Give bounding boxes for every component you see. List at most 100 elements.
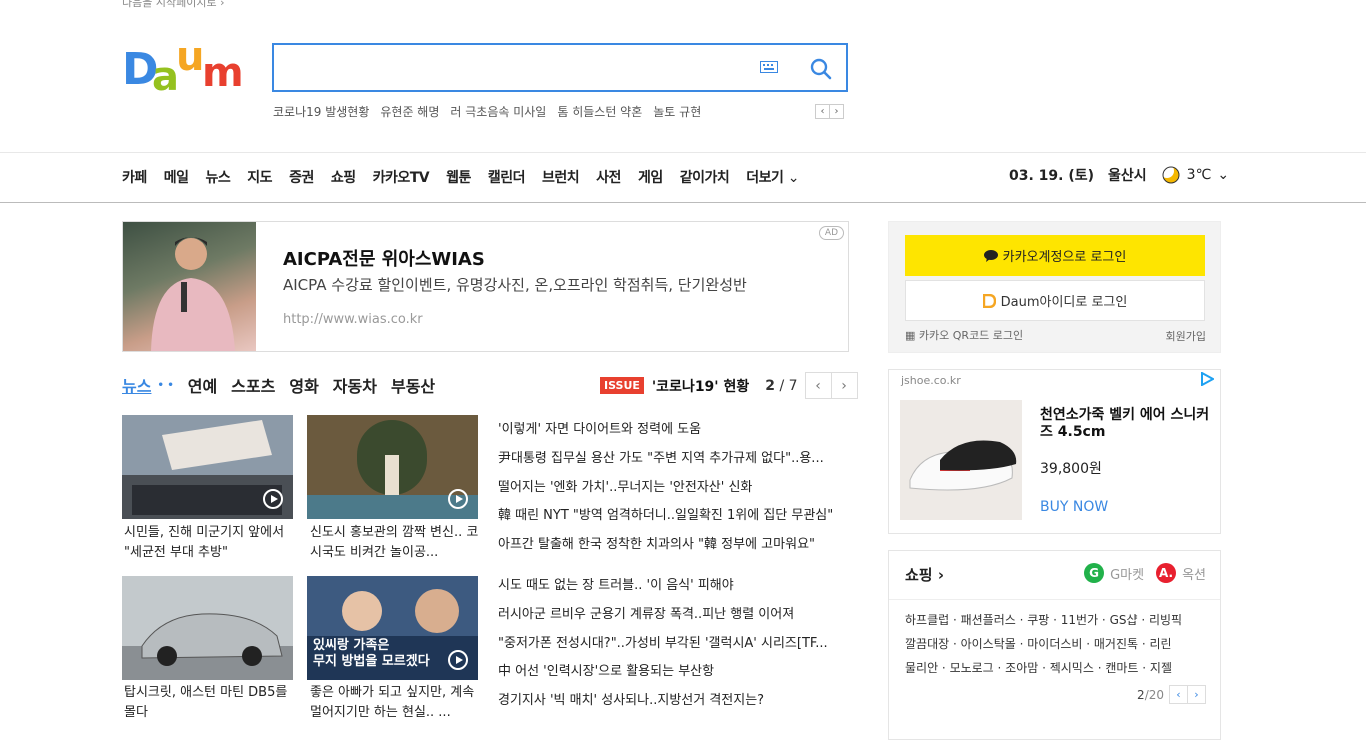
shopping-link-row[interactable]: 하프클럽 · 패션플러스 · 쿠팡 · 11번가 · GS샵 · 리빙픽 bbox=[905, 608, 1205, 632]
headline-item[interactable]: 아프간 탈출해 한국 정착한 치과의사 "韓 정부에 고마워요" bbox=[498, 535, 833, 564]
nav-mail[interactable]: 메일 bbox=[164, 167, 189, 187]
headline-item[interactable]: 러시아군 르비우 군용기 계류장 폭격..피난 행렬 이어져 bbox=[498, 605, 833, 634]
thumbnail-overlay-text: 있씨랑 가족은 무지 방법을 모르겠다 bbox=[313, 638, 430, 669]
news-photo bbox=[122, 576, 293, 680]
search-input[interactable] bbox=[284, 53, 748, 85]
gmarket-label: G마켓 bbox=[1110, 567, 1145, 583]
ad-choices-icon[interactable] bbox=[1200, 372, 1214, 386]
buy-now-link[interactable]: BUY NOW bbox=[1040, 499, 1108, 515]
shopping-pager: 2/20 ‹ › bbox=[1137, 685, 1206, 704]
ad-description[interactable]: AICPA 수강료 할인이벤트, 유명강사진, 온,오프라인 학점취득, 단기완… bbox=[283, 274, 747, 295]
issue-page-indicator: 2 / 7 bbox=[765, 378, 797, 394]
news-thumbnail[interactable] bbox=[307, 415, 478, 519]
ad-domain: jshoe.co.kr bbox=[901, 374, 961, 387]
trending-keyword[interactable]: 놀토 규현 bbox=[653, 103, 701, 120]
play-icon bbox=[263, 489, 283, 509]
news-caption[interactable]: 시민들, 진해 미군기지 앞에서 "세균전 부대 추방" bbox=[124, 523, 296, 563]
trending-keywords: 코로나19 발생현황 유현준 해명 러 극초음속 미사일 톰 히들스턴 약혼 놀… bbox=[273, 103, 701, 120]
news-thumbnail[interactable]: 있씨랑 가족은 무지 방법을 모르겠다 bbox=[307, 576, 478, 680]
chevron-left-icon[interactable]: ‹ bbox=[1169, 685, 1188, 704]
daum-login-button[interactable]: Daum아이디로 로그인 bbox=[905, 280, 1205, 321]
chevron-right-icon[interactable]: › bbox=[830, 372, 858, 399]
headline-item[interactable]: '이렇게' 자면 다이어트와 정력에 도움 bbox=[498, 420, 833, 449]
chevron-left-icon[interactable]: ‹ bbox=[815, 104, 830, 119]
news-thumbnail[interactable] bbox=[122, 576, 293, 680]
tab-indicator-dots: • • bbox=[157, 379, 174, 391]
nav-dictionary[interactable]: 사전 bbox=[596, 167, 621, 187]
kakao-login-button[interactable]: 카카오계정으로 로그인 bbox=[905, 235, 1205, 276]
qr-login-link[interactable]: ▦ 카카오 QR코드 로그인 bbox=[905, 327, 1023, 343]
chevron-down-icon: ⌄ bbox=[1217, 167, 1230, 183]
shopping-title[interactable]: 쇼핑 › bbox=[905, 564, 944, 585]
headline-list: '이렇게' 자면 다이어트와 정력에 도움 尹대통령 집무실 용산 가도 "주변… bbox=[498, 420, 833, 720]
nav-game[interactable]: 게임 bbox=[638, 167, 663, 187]
nav-kakaotv[interactable]: 카카오TV bbox=[373, 167, 430, 187]
news-caption[interactable]: 탑시크릿, 애스턴 마틴 DB5를 몰다 bbox=[124, 683, 296, 723]
daum-logo[interactable]: D a u m bbox=[122, 40, 252, 96]
nav-more[interactable]: 더보기 ⌄ bbox=[746, 167, 799, 187]
side-ad[interactable]: jshoe.co.kr 천연소가죽 벨키 에어 스니커즈 4.5cm 39,80… bbox=[888, 369, 1221, 534]
headline-item[interactable]: 떨어지는 '엔화 가치'..무너지는 '안전자산' 신화 bbox=[498, 478, 833, 507]
news-thumbnail[interactable] bbox=[122, 415, 293, 519]
ad-product-title[interactable]: 천연소가죽 벨키 에어 스니커즈 4.5cm bbox=[1040, 407, 1215, 441]
trending-keyword[interactable]: 코로나19 발생현황 bbox=[273, 103, 369, 120]
tab-movie[interactable]: 영화 bbox=[289, 373, 318, 397]
tab-realestate[interactable]: 부동산 bbox=[391, 373, 435, 397]
trending-keyword[interactable]: 유현준 해명 bbox=[380, 103, 439, 120]
nav-webtoon[interactable]: 웹툰 bbox=[446, 167, 471, 187]
login-panel: 카카오계정으로 로그인 Daum아이디로 로그인 ▦ 카카오 QR코드 로그인 … bbox=[888, 221, 1221, 353]
nav-brunch[interactable]: 브런치 bbox=[542, 167, 580, 187]
set-start-page-link[interactable]: 다음을 시작페이지로 › bbox=[122, 0, 224, 10]
issue-page-current: 2 bbox=[765, 377, 775, 394]
tab-car[interactable]: 자동차 bbox=[333, 373, 377, 397]
tab-entertainment[interactable]: 연예 bbox=[188, 373, 217, 397]
trending-keyword[interactable]: 러 극초음속 미사일 bbox=[450, 103, 546, 120]
headline-item[interactable]: 韓 때린 NYT "방역 엄격하더니..일일확진 1위에 집단 무관심" bbox=[498, 506, 833, 535]
keyboard-icon[interactable] bbox=[760, 61, 778, 73]
ad-title[interactable]: AICPA전문 위아스WIAS bbox=[283, 245, 485, 271]
headline-item[interactable]: "중저가폰 전성시대?"..가성비 부각된 '갤럭시A' 시리즈[TF... bbox=[498, 634, 833, 663]
gmarket-link[interactable]: G G마켓 bbox=[1084, 563, 1144, 583]
headline-item[interactable]: 中 어선 '인력시장'으로 활용되는 부산항 bbox=[498, 662, 833, 691]
nav-more-label: 더보기 bbox=[746, 170, 784, 186]
tab-news[interactable]: 뉴스 bbox=[122, 373, 151, 397]
auction-link[interactable]: A. 옥션 bbox=[1156, 563, 1206, 583]
search-icon[interactable] bbox=[810, 58, 832, 80]
ad-product-price: 39,800원 bbox=[1040, 461, 1102, 477]
date-weather: 03. 19. (토) 울산시 3℃ ⌄ bbox=[1009, 165, 1229, 185]
issue-title[interactable]: '코로나19' 현황 bbox=[652, 376, 749, 396]
daum-d-icon bbox=[982, 293, 996, 308]
tab-sports[interactable]: 스포츠 bbox=[231, 373, 275, 397]
nav-stock[interactable]: 증권 bbox=[289, 167, 314, 187]
nav-calendar[interactable]: 캘린더 bbox=[488, 167, 526, 187]
divider bbox=[0, 202, 1366, 203]
headline-item[interactable]: 尹대통령 집무실 용산 가도 "주변 지역 추가규제 없다"..용... bbox=[498, 449, 833, 478]
svg-text:u: u bbox=[176, 40, 204, 80]
nav-news[interactable]: 뉴스 bbox=[206, 167, 231, 187]
chevron-right-icon[interactable]: › bbox=[829, 104, 844, 119]
nav-together[interactable]: 같이가치 bbox=[680, 167, 730, 187]
issue-page-total: / 7 bbox=[779, 377, 798, 394]
nav-cafe[interactable]: 카페 bbox=[122, 167, 147, 187]
nav-shopping[interactable]: 쇼핑 bbox=[331, 167, 356, 187]
location-label[interactable]: 울산시 bbox=[1108, 165, 1147, 185]
headline-item[interactable]: 경기지사 '빅 매치' 성사되나..지방선거 격전지는? bbox=[498, 691, 833, 720]
nav-map[interactable]: 지도 bbox=[247, 167, 272, 187]
headline-item[interactable]: 시도 때도 없는 장 트러블.. '이 음식' 피해야 bbox=[498, 576, 833, 605]
chevron-right-icon[interactable]: › bbox=[1187, 685, 1206, 704]
weather-widget[interactable]: 3℃ ⌄ bbox=[1160, 165, 1230, 185]
banner-ad[interactable]: AICPA전문 위아스WIAS AICPA 수강료 할인이벤트, 유명강사진, … bbox=[122, 221, 849, 352]
news-caption[interactable]: 좋은 아빠가 되고 싶지만, 계속 멀어지기만 하는 현실.. ... bbox=[310, 683, 482, 723]
news-caption[interactable]: 신도시 홍보관의 깜짝 변신.. 코시국도 비켜간 놀이공... bbox=[310, 523, 482, 563]
trending-keyword[interactable]: 톰 히들스턴 약혼 bbox=[557, 103, 642, 120]
signup-link[interactable]: 회원가입 bbox=[1166, 328, 1206, 344]
shopping-panel: 쇼핑 › G G마켓 A. 옥션 하프클럽 · 패션플러스 · 쿠팡 · 11번… bbox=[888, 550, 1221, 740]
shopping-link-row[interactable]: 깔끔대장 · 아이스탁몰 · 마이더스비 · 매거진톡 · 리린 bbox=[905, 632, 1205, 656]
presenter-illustration bbox=[151, 237, 235, 351]
chevron-left-icon[interactable]: ‹ bbox=[804, 372, 832, 399]
shopping-link-row[interactable]: 물리안 · 모노로그 · 조아맘 · 젝시믹스 · 캔마트 · 지젤 bbox=[905, 656, 1205, 680]
ad-url[interactable]: http://www.wias.co.kr bbox=[283, 312, 423, 327]
trending-pager: ‹ › bbox=[815, 104, 844, 119]
qr-login-label: 카카오 QR코드 로그인 bbox=[918, 329, 1024, 342]
search-box bbox=[272, 43, 848, 92]
